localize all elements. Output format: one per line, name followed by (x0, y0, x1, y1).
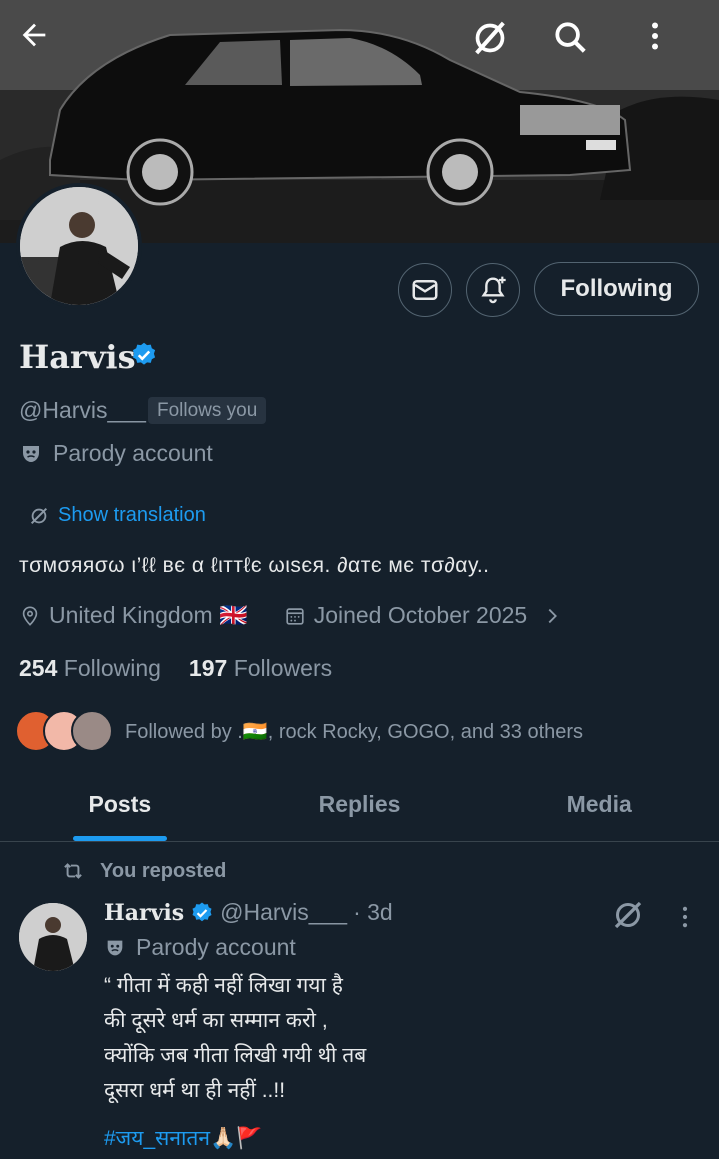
grok-icon (475, 21, 505, 55)
profile-meta: United Kingdom 🇬🇧 Joined October 2025 (19, 602, 563, 629)
post-author-name[interactable]: Harvis (104, 900, 184, 926)
post-line: “ गीता में कही नहीं लिखा गया है (104, 974, 343, 997)
repost-icon (64, 863, 82, 879)
followers-count: 197 (188, 655, 228, 681)
verified-badge-icon[interactable] (130, 341, 158, 369)
post-line: की दूसरे धर्म का सम्मान करो , (104, 1009, 328, 1032)
location-text: United Kingdom 🇬🇧 (49, 602, 248, 628)
followed-by[interactable]: Followed by .🇮🇳, rock Rocky, GOGO, and 3… (15, 710, 583, 752)
post-avatar[interactable] (19, 903, 87, 971)
followers-label: Followers (233, 655, 333, 681)
following-button[interactable]: Following (534, 262, 699, 316)
follows-you-badge: Follows you (148, 397, 267, 424)
search-button[interactable] (551, 18, 611, 78)
avatar-photo (19, 903, 87, 971)
more-vertical-icon[interactable] (676, 903, 694, 931)
chevron-right-icon[interactable] (541, 605, 563, 627)
notification-button[interactable] (466, 263, 520, 317)
tab-media[interactable]: Media (479, 768, 719, 841)
profile-tabs: Posts Replies Media (0, 768, 719, 842)
parody-label[interactable]: Parody account (19, 440, 213, 467)
tab-replies[interactable]: Replies (240, 768, 480, 841)
more-button[interactable] (637, 18, 697, 78)
post-line: दूसरा धर्म था ही नहीं ..!! (104, 1079, 286, 1102)
profile-bio: тσмσяяσω ι’ℓℓ вє α ℓιттℓє ωιѕєя. ∂αтє мє… (19, 554, 490, 577)
profile-handle: @Harvis___ (19, 397, 146, 423)
following-count: 254 (19, 655, 58, 681)
calendar-icon (286, 607, 304, 625)
avatar (71, 710, 113, 752)
back-button[interactable] (17, 18, 77, 78)
grok-icon[interactable] (610, 897, 646, 933)
parody-text: Parody account (53, 440, 213, 466)
location-pin-icon (22, 605, 38, 626)
search-icon (555, 22, 586, 53)
mask-icon (107, 940, 123, 955)
post-parody-text: Parody account (136, 934, 296, 960)
followed-by-text: Followed by .🇮🇳, rock Rocky, GOGO, and 3… (125, 720, 584, 743)
profile-stats: 254 Following 197 Followers (19, 655, 332, 682)
grok-button[interactable] (470, 18, 530, 78)
profile-avatar[interactable] (16, 183, 142, 309)
bell-plus-icon (481, 276, 506, 304)
show-translation-link[interactable]: Show translation (28, 504, 206, 527)
avatar-photo (20, 187, 138, 305)
verified-badge-icon (192, 902, 212, 921)
more-vertical-icon (652, 22, 658, 50)
mask-icon (23, 445, 39, 462)
post-parody-label: Parody account (104, 934, 296, 961)
joined-text: Joined October 2025 (313, 602, 528, 628)
following-label: Following (63, 655, 161, 681)
message-button[interactable] (398, 263, 452, 317)
tab-posts[interactable]: Posts (0, 768, 240, 841)
grok-icon (30, 507, 48, 524)
mail-icon (412, 280, 438, 300)
post-hashtag[interactable]: #जय_सनातन🙏🏻🚩 (104, 1124, 262, 1152)
post-text: “ गीता में कही नहीं लिखा गया है की दूसरे… (104, 968, 366, 1108)
show-translation-text: Show translation (58, 504, 206, 526)
post-line: क्योंकि जब गीता लिखी गयी थी तब (104, 1044, 367, 1067)
profile-name: Harvis (19, 338, 136, 376)
post-author-handle: @Harvis___ (220, 899, 348, 925)
repost-indicator: You reposted (60, 858, 226, 884)
post-time: · 3d (353, 899, 393, 925)
post-header: Harvis @Harvis___ · 3d (104, 899, 393, 926)
arrow-left-icon (22, 23, 46, 47)
repost-text: You reposted (100, 859, 227, 882)
following-stat[interactable]: 254 Following (19, 655, 161, 682)
followers-stat[interactable]: 197 Followers (189, 655, 332, 682)
